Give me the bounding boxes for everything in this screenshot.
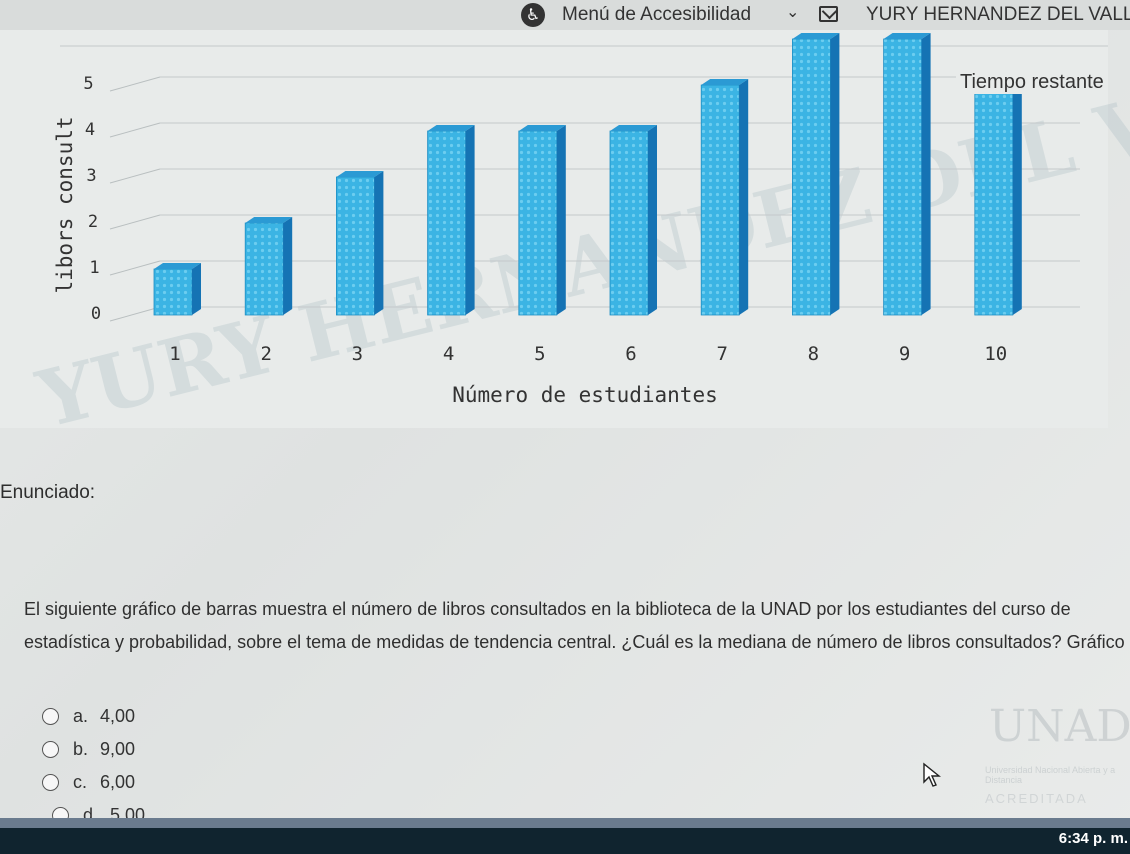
bar (974, 79, 1022, 316)
bar-side (648, 125, 657, 315)
y-tick-label: 1 (89, 258, 99, 278)
bar-side (556, 125, 566, 315)
bar-chart: 0 1 2 3 4 5 libors consult 1 2 3 4 5 6 7 8 9 10 Número de… (53, 33, 1108, 407)
mouse-cursor-icon (923, 762, 941, 787)
bar (883, 33, 931, 316)
bar (335, 171, 384, 316)
x-tick-label: 9 (899, 343, 910, 365)
bar-side (921, 33, 931, 315)
taskbar: 6:34 p. m. (0, 828, 1130, 854)
bar-front (153, 268, 193, 316)
option-letter: a. (73, 705, 89, 726)
bar (518, 125, 566, 316)
x-axis-label: Número de estudiantes (452, 383, 718, 407)
accessibility-icon[interactable]: ♿ (521, 3, 545, 27)
bar-front (427, 130, 467, 316)
x-tick-label: 8 (808, 343, 819, 365)
bar-front (609, 130, 649, 316)
bar-side (374, 171, 384, 315)
bars (153, 33, 1022, 316)
radio-button[interactable] (42, 740, 59, 758)
timer-label: Tiempo restante 1 (960, 71, 1108, 93)
accessibility-topbar: ♿ Menú de Accesibilidad ⌄ YURY HERNANDEZ… (0, 0, 1130, 30)
bar (244, 217, 293, 316)
option-value: 9,00 (100, 738, 136, 759)
x-tick-label: 7 (716, 343, 727, 365)
unad-logo: UNAD Universidad Nacional Abierta y a Di… (985, 695, 1130, 815)
option-a[interactable]: a. 4,00 (42, 705, 135, 727)
x-tick-label: 1 (169, 343, 180, 365)
mail-icon[interactable] (819, 6, 838, 22)
bar-side (192, 263, 201, 315)
chart-panel: YURY HERNANDEZ DEL VALLE 012345libors co… (0, 25, 1130, 446)
option-value: 6,00 (100, 771, 136, 792)
bar (427, 125, 475, 316)
x-tick-label: 5 (534, 343, 545, 365)
option-c[interactable]: c. 6,00 (42, 771, 135, 793)
chevron-down-icon[interactable]: ⌄ (786, 2, 799, 22)
bar-side (830, 33, 840, 315)
page-scroll-strip (0, 818, 1130, 828)
x-tick-label: 10 (984, 343, 1007, 365)
logo-subtitle: Universidad Nacional Abierta y a Distanc… (985, 765, 1116, 785)
bar (792, 33, 840, 316)
user-name[interactable]: YURY HERNANDEZ DEL VALL (866, 4, 1130, 26)
radio-button[interactable] (42, 707, 59, 725)
question-text: El siguiente gráfico de barras muestra e… (24, 599, 1125, 652)
x-tick-label: 2 (260, 343, 271, 365)
bar (700, 79, 749, 316)
radio-button[interactable] (42, 773, 59, 791)
taskbar-clock: 6:34 p. m. (1058, 830, 1128, 847)
bar (153, 263, 201, 316)
bar (609, 125, 657, 316)
bar-front (244, 222, 284, 316)
bar-side (739, 79, 749, 315)
y-tick-label: 0 (91, 304, 101, 324)
bar-side (283, 217, 293, 315)
bar-front (518, 130, 558, 316)
bar-side (465, 125, 475, 315)
y-tick-label: 2 (88, 212, 98, 232)
x-tick-label: 4 (443, 343, 454, 365)
bar-front (792, 38, 831, 316)
option-b[interactable]: b. 9,00 (42, 738, 135, 760)
option-value: 4,00 (100, 705, 136, 726)
bar-front (883, 38, 922, 316)
bar-side (1012, 79, 1022, 315)
y-axis-label: libors consult (53, 116, 77, 293)
grid-lines (60, 45, 1108, 322)
y-tick-label: 5 (83, 74, 93, 94)
option-letter: c. (73, 771, 88, 792)
y-tick-label: 3 (86, 166, 96, 186)
bar-front (974, 84, 1014, 316)
bar-front (700, 84, 740, 316)
accessibility-menu-button[interactable]: Menú de Accesibilidad (562, 4, 751, 26)
x-tick-label: 6 (625, 343, 636, 365)
bar-front (335, 176, 375, 316)
question-heading: Enunciado: (0, 482, 96, 503)
y-tick-label: 4 (85, 120, 95, 140)
option-letter: b. (73, 738, 89, 759)
logo-accredited: ACREDITADA (985, 791, 1088, 806)
logo-text: UNAD (989, 701, 1130, 752)
x-tick-label: 3 (352, 343, 363, 365)
